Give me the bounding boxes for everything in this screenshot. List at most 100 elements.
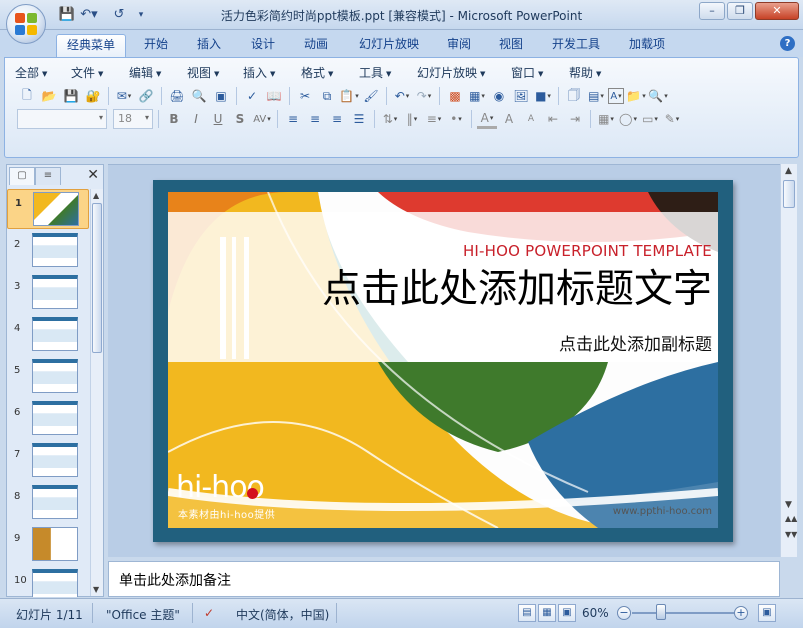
align-center-icon[interactable]: ≡ — [305, 109, 325, 129]
columns-icon[interactable]: ‖ — [402, 109, 422, 129]
slide-canvas[interactable]: HI-HOO POWERPOINT TEMPLATE 点击此处添加标题文字 点击… — [168, 192, 718, 528]
slideshow-view-icon[interactable]: ▣ — [558, 604, 576, 622]
undo-icon[interactable]: ↶ — [392, 86, 412, 106]
menu-edit[interactable]: 编辑 ▼ — [129, 64, 187, 80]
justify-icon[interactable]: ☰ — [349, 109, 369, 129]
tab-animation[interactable]: 动画 — [295, 34, 337, 57]
tab-developer[interactable]: 开发工具 — [543, 34, 609, 57]
tab-view[interactable]: 视图 — [490, 34, 532, 57]
grow-font-icon[interactable]: A — [499, 109, 519, 129]
slide-thumbnail[interactable]: 2 — [7, 231, 89, 271]
new-slide-icon[interactable]: 🗍 — [564, 86, 584, 106]
insert-chart-icon[interactable]: ▩ — [445, 86, 465, 106]
office-button[interactable] — [6, 4, 46, 44]
slides-tab-icon[interactable]: ▢ — [9, 167, 35, 185]
quick-styles-icon[interactable]: ▭ — [640, 109, 660, 129]
theme-name[interactable]: "Office 主题" — [106, 606, 180, 623]
font-size-combo[interactable]: 18 — [113, 109, 153, 129]
slide-thumbnail[interactable]: 7 — [7, 441, 89, 481]
slide-layout-icon[interactable]: ▤ — [586, 86, 606, 106]
zoom-icon[interactable]: 🔍 — [648, 86, 668, 106]
zoom-slider-knob[interactable] — [656, 604, 666, 620]
copy-icon[interactable]: ⧉ — [317, 86, 337, 106]
menu-window[interactable]: 窗口 ▼ — [511, 64, 569, 80]
char-spacing-icon[interactable]: AV — [252, 109, 272, 129]
shapes-icon[interactable]: ◯ — [618, 109, 638, 129]
menu-all[interactable]: 全部 ▼ — [15, 64, 71, 80]
outline-tab-icon[interactable]: ≡ — [35, 167, 61, 185]
minimize-icon[interactable]: – — [699, 2, 725, 20]
font-name-combo[interactable] — [17, 109, 107, 129]
paste-icon[interactable]: 📋 — [339, 86, 359, 106]
tab-home[interactable]: 开始 — [136, 34, 176, 57]
publish-icon[interactable]: 🔗 — [136, 86, 156, 106]
new-file-icon[interactable]: 🗋 — [17, 86, 37, 106]
slide-thumbnail[interactable]: 1 — [7, 189, 89, 229]
italic-icon[interactable]: I — [186, 109, 206, 129]
next-slide-icon[interactable]: ▼▼ — [785, 530, 797, 539]
scroll-up-icon[interactable]: ▲ — [93, 191, 99, 200]
scroll-thumb[interactable] — [783, 180, 795, 208]
tab-insert[interactable]: 插入 — [188, 34, 230, 57]
slide-thumbnail[interactable]: 6 — [7, 399, 89, 439]
open-icon[interactable]: 📂 — [39, 86, 59, 106]
tab-addins[interactable]: 加载项 — [620, 34, 674, 57]
zoom-in-icon[interactable]: + — [734, 606, 748, 620]
slide-thumbnail[interactable]: 4 — [7, 315, 89, 355]
slide-thumbnail[interactable]: 9 — [7, 525, 89, 565]
spelling-icon[interactable]: ✓ — [242, 86, 262, 106]
menu-view[interactable]: 视图 ▼ — [187, 64, 243, 80]
close-icon[interactable]: ✕ — [87, 167, 99, 183]
insert-table-icon[interactable]: ▦ — [467, 86, 487, 106]
folder-icon[interactable]: 📁 — [626, 86, 646, 106]
research-icon[interactable]: 📖 — [264, 86, 284, 106]
slide-thumbnail[interactable]: 10 — [7, 567, 89, 597]
menu-insert[interactable]: 插入 ▼ — [243, 64, 301, 80]
numbering-icon[interactable]: ≡ — [424, 109, 444, 129]
spelling-status-icon[interactable]: ✓ — [204, 606, 214, 620]
scroll-thumb[interactable] — [92, 203, 102, 353]
text-box-icon[interactable]: A — [608, 88, 624, 104]
underline-icon[interactable]: U — [208, 109, 228, 129]
slide-thumbnail[interactable]: 5 — [7, 357, 89, 397]
scroll-down-icon[interactable]: ▼ — [785, 500, 792, 510]
close-icon[interactable]: ✕ — [755, 2, 799, 20]
clip-art-icon[interactable]: ◉ — [489, 86, 509, 106]
align-left-icon[interactable]: ≡ — [283, 109, 303, 129]
save-icon[interactable]: 💾 — [61, 86, 81, 106]
language-status[interactable]: 中文(简体，中国) — [236, 606, 329, 623]
normal-view-icon[interactable]: ▤ — [518, 604, 536, 622]
font-color-icon[interactable]: A — [477, 109, 497, 129]
shrink-font-icon[interactable]: A — [521, 109, 541, 129]
slide-thumbnail[interactable]: 3 — [7, 273, 89, 313]
slide-title-placeholder[interactable]: 点击此处添加标题文字 — [322, 258, 712, 314]
page-setup-icon[interactable]: ▣ — [211, 86, 231, 106]
thumbnails-scrollbar[interactable]: ▲ ▼ — [90, 189, 103, 596]
tab-slideshow[interactable]: 幻灯片放映 — [350, 34, 428, 57]
insert-picture-icon[interactable]: 🖼 — [511, 86, 531, 106]
shadow-icon[interactable]: S — [230, 109, 250, 129]
menu-tools[interactable]: 工具 ▼ — [359, 64, 417, 80]
fit-to-window-icon[interactable]: ▣ — [758, 604, 776, 622]
slide-subtitle-placeholder[interactable]: 点击此处添加副标题 — [559, 330, 712, 355]
restore-icon[interactable]: ❐ — [727, 2, 753, 20]
editing-scrollbar[interactable]: ▲ ▼ ▲▲ ▼▼ — [780, 164, 797, 557]
text-direction-icon[interactable]: ⇅ — [380, 109, 400, 129]
permission-icon[interactable]: 🔐 — [83, 86, 103, 106]
align-right-icon[interactable]: ≡ — [327, 109, 347, 129]
cut-icon[interactable]: ✂ — [295, 86, 315, 106]
notes-pane[interactable]: 单击此处添加备注 — [108, 561, 780, 597]
tab-design[interactable]: 设计 — [242, 34, 284, 57]
bold-icon[interactable]: B — [164, 109, 184, 129]
scroll-up-icon[interactable]: ▲ — [785, 166, 792, 176]
menu-help[interactable]: 帮助 ▼ — [569, 64, 615, 80]
menu-file[interactable]: 文件 ▼ — [71, 64, 129, 80]
print-preview-icon[interactable]: 🔍 — [189, 86, 209, 106]
print-icon[interactable]: 🖨 — [167, 86, 187, 106]
email-icon[interactable]: ✉ — [114, 86, 134, 106]
shape-fill-icon[interactable]: ✎ — [662, 109, 682, 129]
redo-icon[interactable]: ↷ — [414, 86, 434, 106]
increase-indent-icon[interactable]: ⇥ — [565, 109, 585, 129]
tab-review[interactable]: 审阅 — [438, 34, 480, 57]
help-icon[interactable]: ? — [780, 36, 795, 51]
